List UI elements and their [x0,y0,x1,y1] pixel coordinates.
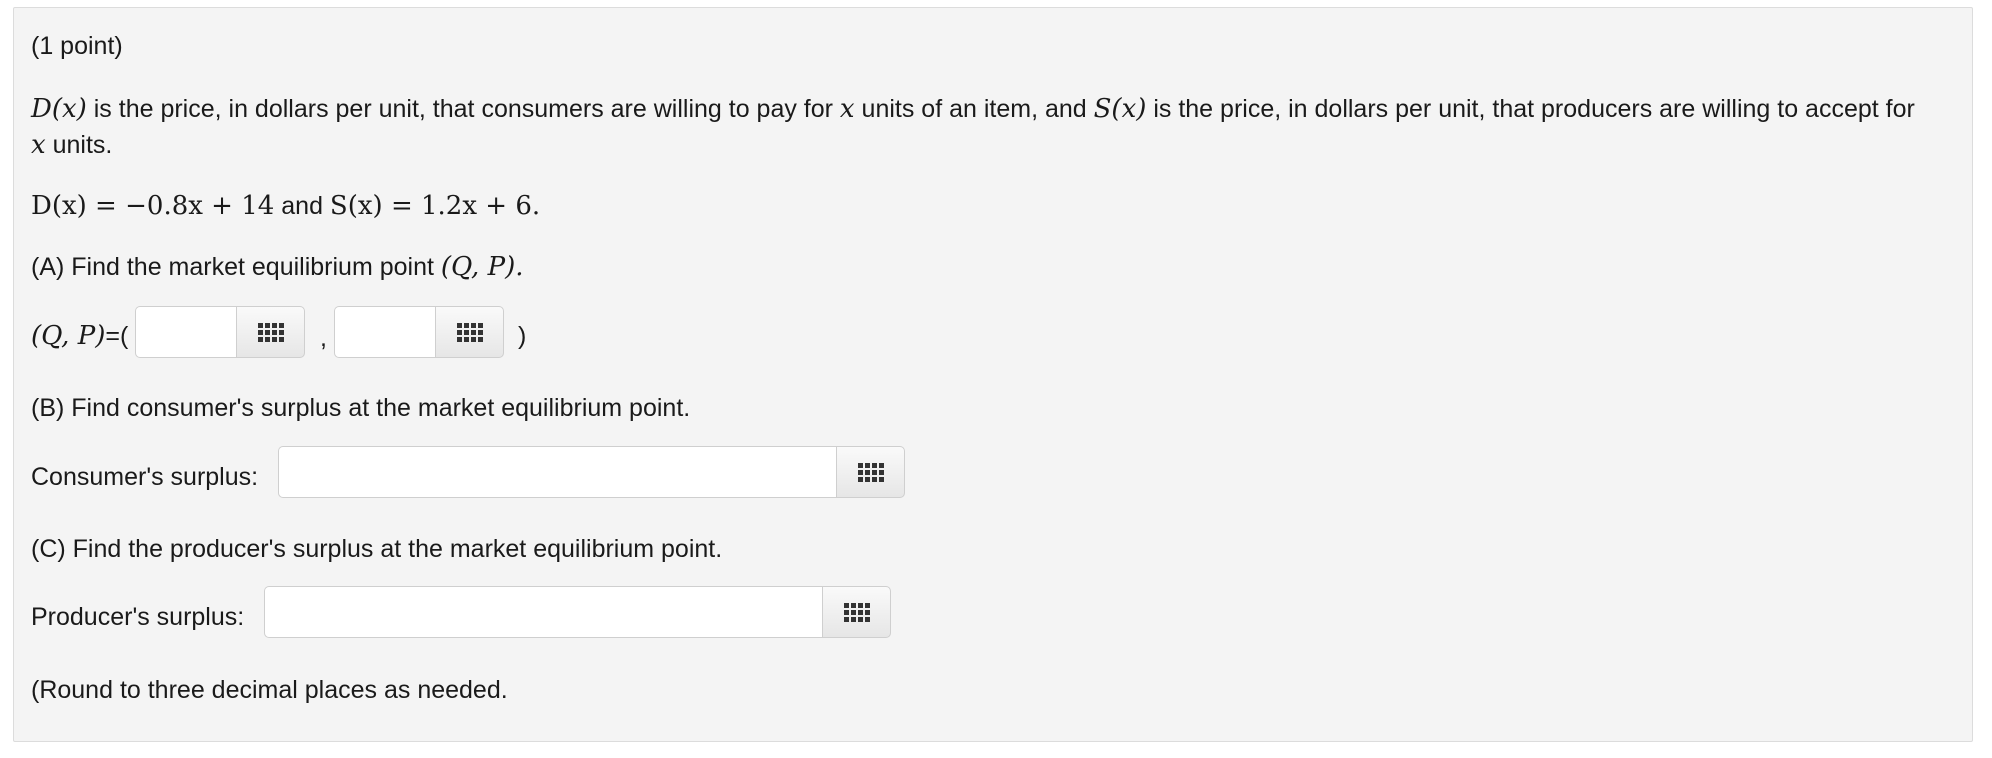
equilibrium-label-open: =( [105,322,129,350]
price-input[interactable] [334,306,435,358]
quantity-keyboard-button[interactable] [236,306,305,358]
intro-text-4: units. [45,131,113,159]
part-c-question: (C) Find the producer's surplus at the m… [31,535,723,563]
price-keyboard-button[interactable] [435,306,504,358]
producer-surplus-keyboard-button[interactable] [822,586,891,638]
equilibrium-answer-label: (Q, P)=( [31,318,128,354]
producer-surplus-input-group [264,586,891,638]
part-a-question: (A) Find the market equilibrium point (Q… [31,249,524,285]
part-a-text: (A) Find the market equilibrium point [31,253,441,281]
consumer-surplus-keyboard-button[interactable] [836,446,905,498]
points-label: (1 point) [31,32,123,60]
close-paren: ) [518,322,527,350]
demand-equation: D(x) = −0.8x + 14 [31,191,275,221]
consumer-surplus-input[interactable] [278,446,836,498]
supply-equation: S(x) = 1.2x + 6. [329,191,541,221]
consumer-surplus-label: Consumer's surplus: [31,463,259,491]
equations-line: D(x) = −0.8x + 14 and S(x) = 1.2x + 6. [31,188,540,224]
keyboard-icon [843,602,870,622]
supply-function-symbol: S(x) [1093,94,1147,124]
intro-text-3: is the price, in dollars per unit, that … [1146,95,1915,123]
producer-surplus-input[interactable] [264,586,822,638]
intro-text-1: is the price, in dollars per unit, that … [86,95,840,123]
quantity-input-group [135,306,305,358]
intro-text-2: units of an item, and [854,95,1094,123]
demand-function-symbol: D(x) [31,94,87,124]
quantity-input[interactable] [135,306,236,358]
x-variable: x [31,130,46,160]
price-input-group [334,306,504,358]
problem-intro: D(x) is the price, in dollars per unit, … [31,91,1966,163]
equation-connector: and [274,192,330,220]
keyboard-icon [857,462,884,482]
equilibrium-point-symbol: (Q, P). [440,252,524,282]
producer-surplus-label: Producer's surplus: [31,603,245,631]
equilibrium-label-math: (Q, P) [31,321,106,351]
consumer-surplus-input-group [278,446,905,498]
comma-separator: , [320,324,327,352]
x-variable: x [839,94,855,124]
problem-panel: (1 point) D(x) is the price, in dollars … [13,7,1973,742]
rounding-note: (Round to three decimal places as needed… [31,676,508,704]
keyboard-icon [257,322,284,342]
part-b-question: (B) Find consumer's surplus at the marke… [31,394,691,422]
keyboard-icon [456,322,483,342]
